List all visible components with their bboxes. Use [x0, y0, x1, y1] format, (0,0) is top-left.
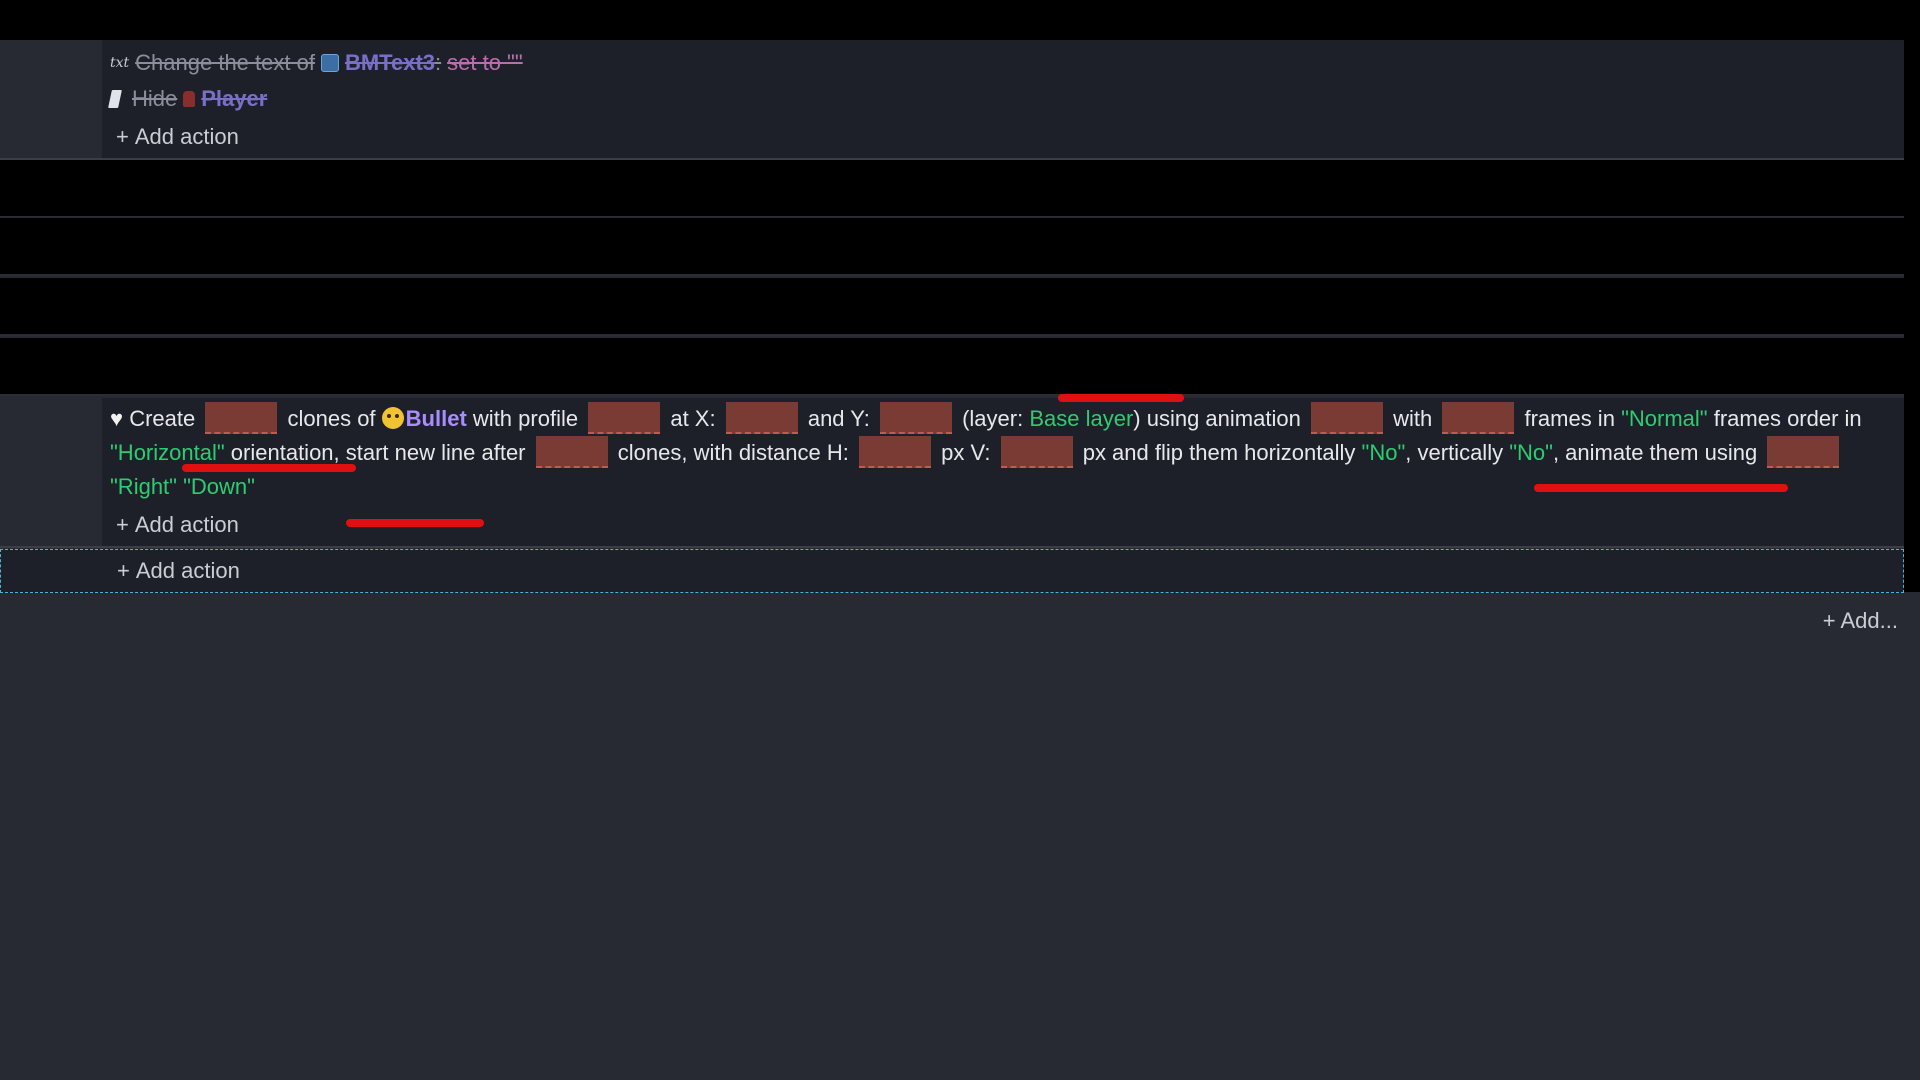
hide-icon — [108, 90, 122, 108]
word-frames-in: frames in — [1524, 406, 1615, 431]
add-event-button[interactable]: + Add... — [1823, 608, 1898, 634]
separator: : — [435, 50, 442, 75]
add-action-button[interactable]: + Add action — [116, 510, 239, 540]
add-action-button[interactable]: + Add action — [116, 122, 239, 152]
param-layer[interactable]: Base layer — [1029, 406, 1133, 431]
object-name[interactable]: Player — [201, 86, 267, 112]
param-slot-animation[interactable] — [1310, 402, 1383, 435]
param-slot-y[interactable] — [879, 402, 952, 435]
redacted-event-row — [0, 278, 1904, 336]
word-create: Create — [129, 406, 196, 431]
plus-icon: + — [117, 558, 130, 583]
word-with: with — [1393, 406, 1433, 431]
word-layer-close: ) using animation — [1133, 406, 1301, 431]
add-action-label: Add action — [135, 558, 240, 583]
param-slot-x[interactable] — [725, 402, 798, 435]
bitmap-text-icon — [320, 54, 339, 72]
word-and-y: and Y: — [807, 406, 870, 431]
param-slot-profile[interactable] — [588, 402, 661, 435]
param-direction-1[interactable]: "Right" — [110, 474, 177, 499]
word-orientation-after: orientation, start new line after — [230, 440, 526, 466]
redacted-top-bar — [0, 0, 1904, 40]
root-action-drop-zone[interactable]: + Add action — [0, 549, 1904, 593]
action-hide[interactable]: Hide Player — [108, 84, 267, 114]
redacted-event-row — [0, 160, 1904, 218]
word-layer-open: (layer: — [962, 406, 1024, 431]
word-clones-distance: clones, with distance H: — [617, 440, 849, 466]
annotation-underline — [182, 464, 356, 472]
param-frames-mode[interactable]: "Normal" — [1621, 406, 1708, 431]
object-name[interactable]: Bullet — [406, 406, 467, 431]
text-icon: txt — [110, 55, 130, 71]
action-text: Hide — [132, 86, 178, 111]
plus-icon: + — [116, 124, 129, 149]
word-frames-order-in: frames order in — [1713, 406, 1862, 431]
word-px-flip: px and flip them horizontally — [1082, 440, 1356, 466]
param-orientation[interactable]: "Horizontal" — [110, 440, 225, 465]
add-action-label: Add action — [134, 124, 239, 149]
actions-column: txt Change the text of BMText3 : set to … — [102, 40, 1904, 158]
heart-icon: ♥ — [110, 406, 124, 431]
word-animate: , animate them using — [1552, 440, 1758, 466]
param-slot-distance-h[interactable] — [859, 436, 931, 469]
annotation-underline — [1534, 484, 1788, 492]
param-slot-distance-v[interactable] — [1000, 436, 1073, 469]
word-vertically: , vertically — [1405, 440, 1504, 466]
param-slot-count[interactable] — [205, 402, 278, 435]
param-flip-h[interactable]: "No" — [1362, 440, 1406, 465]
add-action-button[interactable]: + Add action — [117, 556, 240, 586]
param-flip-v[interactable]: "No" — [1509, 440, 1553, 465]
redacted-event-row — [0, 218, 1904, 276]
word-at-x: at X: — [670, 406, 716, 431]
event-gutter[interactable] — [0, 398, 102, 546]
word-with-profile: with profile — [472, 406, 579, 431]
param-slot-frames[interactable] — [1442, 402, 1515, 435]
word-px-v: px V: — [941, 440, 991, 466]
plus-icon: + — [116, 512, 129, 537]
action-param[interactable]: set to "" — [447, 50, 523, 76]
annotation-underline — [1058, 394, 1184, 402]
event-block-create: ♥ Create clones of Bullet with profile a… — [0, 398, 1904, 548]
word-clones-of: clones of — [287, 406, 376, 431]
redacted-event-row — [0, 338, 1904, 396]
param-direction-2[interactable]: "Down" — [183, 474, 255, 499]
annotation-underline — [346, 519, 484, 527]
scrollbar-track[interactable] — [1904, 0, 1920, 592]
action-text: Change the text of — [135, 50, 315, 75]
action-change-text[interactable]: txt Change the text of BMText3 : set to … — [110, 48, 523, 78]
player-sprite-icon — [183, 91, 196, 107]
param-slot-line-break[interactable] — [535, 436, 608, 469]
event-sheet: txt Change the text of BMText3 : set to … — [0, 0, 1920, 1080]
event-block-1: txt Change the text of BMText3 : set to … — [0, 40, 1904, 160]
object-name[interactable]: BMText3 — [345, 50, 435, 76]
param-slot-animate[interactable] — [1767, 436, 1840, 469]
event-gutter[interactable] — [0, 40, 102, 158]
add-action-label: Add action — [134, 512, 239, 537]
bullet-object-icon — [381, 407, 404, 429]
